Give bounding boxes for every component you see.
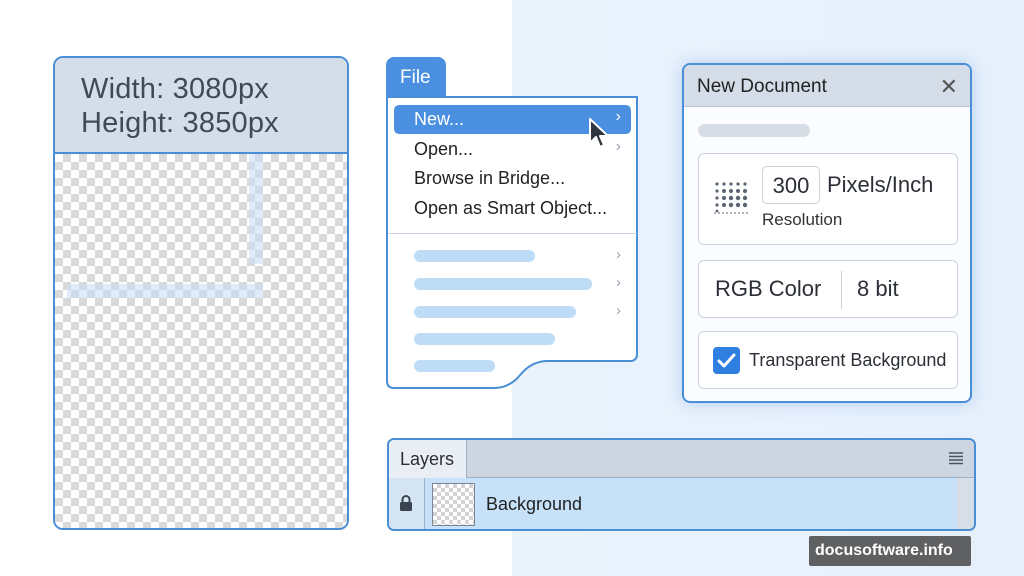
layer-lock-cell xyxy=(389,478,425,529)
menu-item-browse-in-bridge[interactable]: Browse in Bridge... xyxy=(394,164,631,193)
menu-item-smart-object-label: Open as Smart Object... xyxy=(414,198,608,218)
canvas-dimensions-header: Width: 3080px Height: 3850px xyxy=(55,58,347,154)
chevron-right-icon: › xyxy=(615,138,621,155)
transparent-background-checkbox[interactable] xyxy=(713,347,740,374)
layer-thumbnail xyxy=(432,483,475,526)
mouse-cursor-icon xyxy=(589,118,609,148)
resolution-input[interactable]: 300 xyxy=(762,166,820,204)
menu-placeholder-item xyxy=(414,360,495,372)
menu-item-open-label: Open... xyxy=(414,139,474,159)
transparent-background-group[interactable]: Transparent Background xyxy=(698,331,958,389)
menu-item-new-label: New... xyxy=(414,109,465,129)
resolution-unit[interactable]: Pixels/Inch xyxy=(827,172,933,198)
checkmark-icon xyxy=(717,353,736,368)
color-settings-group: RGB Color 8 bit xyxy=(698,260,958,318)
menu-placeholder-item xyxy=(414,250,535,262)
watermark: docusoftware.info xyxy=(809,536,971,566)
layers-panel-header: Layers xyxy=(389,440,974,478)
chevron-right-icon: › xyxy=(615,108,621,125)
chevron-right-icon: › xyxy=(616,274,621,291)
menu-placeholder-item xyxy=(414,333,555,345)
menu-item-browse-label: Browse in Bridge... xyxy=(414,168,566,188)
transparent-canvas-area[interactable] xyxy=(55,154,347,528)
dialog-title: New Document xyxy=(684,65,970,107)
chevron-right-icon: › xyxy=(616,302,621,319)
tab-layers[interactable]: Layers xyxy=(389,440,467,478)
canvas-height-label: Height: 3850px xyxy=(81,107,279,139)
chevron-right-icon: › xyxy=(616,246,621,263)
canvas-guide-horizontal xyxy=(67,284,263,298)
lock-icon[interactable] xyxy=(399,495,413,512)
menu-placeholder-item xyxy=(414,278,592,290)
resolution-grid-icon xyxy=(714,182,748,214)
layer-name: Background xyxy=(486,494,583,514)
color-mode-select[interactable]: RGB Color xyxy=(715,276,821,302)
color-divider xyxy=(841,271,842,309)
canvas-document[interactable]: Width: 3080px Height: 3850px xyxy=(53,56,349,530)
layers-panel: Layers Background xyxy=(387,438,976,531)
canvas-guide-vertical xyxy=(249,154,263,264)
transparent-background-label: Transparent Background xyxy=(749,350,947,370)
menu-placeholder-item xyxy=(414,306,576,318)
bit-depth-select[interactable]: 8 bit xyxy=(857,276,899,302)
menu-item-open-as-smart-object[interactable]: Open as Smart Object... xyxy=(394,194,631,223)
layer-row-background[interactable]: Background xyxy=(389,478,957,529)
file-menu-tab[interactable]: File xyxy=(386,57,446,99)
new-document-dialog: New Document ✕ 300 Pixels/Inch Resolutio… xyxy=(682,63,972,403)
resolution-label: Resolution xyxy=(762,210,843,229)
resolution-group: 300 Pixels/Inch Resolution xyxy=(698,153,958,245)
menu-divider xyxy=(388,233,637,234)
dialog-placeholder-bar xyxy=(698,124,810,137)
layers-scrollbar[interactable] xyxy=(957,478,974,529)
close-icon[interactable]: ✕ xyxy=(940,74,958,100)
canvas-width-label: Width: 3080px xyxy=(81,73,269,105)
panel-menu-icon[interactable] xyxy=(948,451,964,465)
